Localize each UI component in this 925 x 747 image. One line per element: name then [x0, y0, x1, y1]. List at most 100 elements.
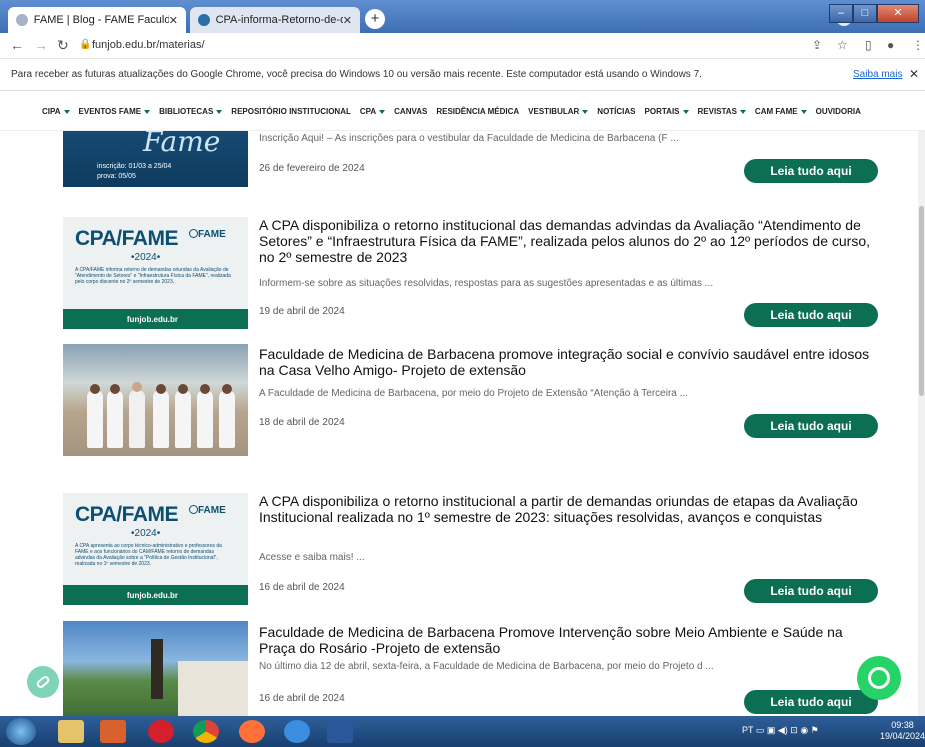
lock-icon[interactable]: 🔒	[79, 39, 91, 50]
new-tab-button[interactable]: +	[365, 9, 385, 29]
post-excerpt: A Faculdade de Medicina de Barbacena, po…	[259, 388, 688, 399]
menu-item-label: CPA	[359, 107, 377, 116]
fame-logo-icon	[189, 505, 198, 514]
scrollbar-thumb[interactable]	[919, 206, 924, 396]
whatsapp-icon[interactable]	[857, 656, 901, 700]
menu-item-cpa[interactable]: CPA	[359, 107, 386, 116]
building-shape	[178, 661, 248, 716]
maximize-button[interactable]: □	[853, 4, 877, 23]
infobar-message: Para receber as futuras atualizações do …	[11, 69, 702, 80]
post-title[interactable]: A CPA disponibiliza o retorno institucio…	[259, 217, 879, 265]
chrome-icon[interactable]	[193, 720, 219, 743]
menu-item-ouvidoria[interactable]: OUVIDORIA	[816, 107, 861, 116]
profile-avatar-icon[interactable]: ●	[887, 38, 894, 52]
internet-explorer-icon[interactable]	[284, 720, 310, 743]
close-infobar-icon[interactable]: ✕	[909, 67, 919, 81]
tab-cpa-informa[interactable]: CPA-informa-Retorno-de-deman ✕	[190, 7, 360, 33]
post-thumbnail[interactable]	[63, 621, 248, 716]
post-title[interactable]: Faculdade de Medicina de Barbacena Promo…	[259, 624, 879, 656]
share-icon[interactable]: ⇪	[812, 38, 822, 52]
menu-item-not-cias[interactable]: NOTÍCIAS	[597, 107, 635, 116]
post-title[interactable]: Faculdade de Medicina de Barbacena promo…	[259, 346, 879, 378]
menu-item-label: NOTÍCIAS	[597, 107, 636, 116]
back-arrow-icon[interactable]: ←	[10, 37, 24, 53]
address-bar: ← → ↻ 🔒 funjob.edu.br/materias/ ⇪ ☆ ▯ ● …	[0, 33, 925, 59]
menu-item-bibliotecas[interactable]: BIBLIOTECAS	[159, 107, 223, 116]
post-item: Faculdade de Medicina de Barbacena Promo…	[63, 621, 878, 716]
menu-item-portais[interactable]: PORTAIS	[645, 107, 689, 116]
read-more-button[interactable]: Leia tudo aqui	[744, 303, 878, 327]
start-button[interactable]	[6, 718, 36, 745]
forward-arrow-icon[interactable]: →	[34, 37, 48, 53]
firefox-icon[interactable]	[239, 720, 265, 743]
site-favicon-icon	[16, 14, 28, 26]
thumb-description: A CPA apresenta ao corpo técnico-adminis…	[75, 543, 222, 567]
thumb-fame-label: FAME	[198, 229, 226, 240]
page-scrollbar[interactable]	[918, 131, 925, 716]
post-thumbnail[interactable]	[63, 344, 248, 456]
tab-fame-blog[interactable]: FAME | Blog - FAME Faculdade de ✕	[8, 7, 186, 33]
saiba-mais-link[interactable]: Saiba mais	[853, 69, 902, 80]
system-tray[interactable]: PT ▭ ▣ ◀) ⊡ ◉ ⚑	[742, 725, 819, 736]
close-window-button[interactable]: ✕	[877, 4, 919, 23]
window-controls: – □ ✕	[829, 4, 919, 23]
clock[interactable]: 09:38 19/04/2024	[880, 720, 925, 742]
menu-item-cam-fame[interactable]: CAM FAME	[755, 107, 807, 116]
caret-down-icon	[216, 109, 223, 114]
accessibility-badge-icon[interactable]	[27, 666, 59, 698]
menu-item-resid-ncia-m-dica[interactable]: RESIDÊNCIA MÉDICA	[436, 107, 519, 116]
post-list: Fame inscrição: 01/03 a 25/04 prova: 05/…	[0, 131, 925, 716]
menu-item-revistas[interactable]: REVISTAS	[698, 107, 746, 116]
thumb-footer-text: funjob.edu.br	[126, 315, 178, 324]
post-thumbnail[interactable]: Fame inscrição: 01/03 a 25/04 prova: 05/…	[63, 131, 248, 187]
menu-item-eventos-fame[interactable]: EVENTOS FAME	[79, 107, 151, 116]
minimize-button[interactable]: –	[829, 4, 853, 23]
cpa-fame-card: CPA/FAME •2024• FAME A CPA/FAME informa …	[63, 217, 248, 329]
reload-icon[interactable]: ↻	[57, 37, 69, 54]
clock-time: 09:38	[891, 720, 914, 730]
opera-icon[interactable]	[148, 720, 174, 743]
media-player-icon[interactable]	[100, 720, 126, 743]
group-photo	[63, 344, 248, 456]
statue-shape	[151, 639, 163, 699]
kebab-menu-icon[interactable]: ⋮	[912, 38, 924, 52]
post-date: 16 de abril de 2024	[259, 582, 345, 593]
read-more-button[interactable]: Leia tudo aqui	[744, 414, 878, 438]
thumb-line-1: inscrição: 01/03 a 25/04	[97, 163, 172, 170]
post-title[interactable]: A CPA disponibiliza o retorno institucio…	[259, 493, 879, 525]
explorer-icon[interactable]	[58, 720, 84, 743]
close-tab-icon[interactable]: ✕	[343, 14, 352, 27]
word-icon[interactable]	[327, 720, 353, 743]
read-more-button[interactable]: Leia tudo aqui	[744, 159, 878, 183]
menu-item-vestibular[interactable]: VESTIBULAR	[528, 107, 589, 116]
read-more-button[interactable]: Leia tudo aqui	[744, 690, 878, 714]
post-thumbnail[interactable]: CPA/FAME •2024• FAME A CPA/FAME informa …	[63, 217, 248, 329]
caret-down-icon	[800, 109, 807, 114]
menu-item-cipa[interactable]: CIPA	[42, 107, 70, 116]
post-item: Fame inscrição: 01/03 a 25/04 prova: 05/…	[63, 131, 878, 189]
menu-item-canvas[interactable]: CANVAS	[394, 107, 427, 116]
menu-item-label: OUVIDORIA	[815, 107, 861, 116]
post-excerpt: No último dia 12 de abril, sexta-feira, …	[259, 661, 714, 672]
post-excerpt: Informem-se sobre as situações resolvida…	[259, 278, 714, 289]
post-thumbnail[interactable]: CPA/FAME •2024• FAME A CPA apresenta ao …	[63, 493, 248, 605]
tab-label: FAME | Blog - FAME Faculdade de	[33, 14, 169, 26]
clock-date: 19/04/2024	[880, 731, 925, 741]
menu-item-label: CAM FAME	[754, 107, 798, 116]
fame-logo-icon	[189, 229, 198, 238]
menu-item-label: BIBLIOTECAS	[159, 107, 214, 116]
close-tab-icon[interactable]: ✕	[169, 14, 178, 27]
tab-label: CPA-informa-Retorno-de-deman	[215, 14, 343, 26]
menu-item-label: EVENTOS FAME	[78, 107, 142, 116]
menu-item-label: VESTIBULAR	[528, 107, 580, 116]
side-panel-icon[interactable]: ▯	[865, 38, 872, 52]
bookmark-star-icon[interactable]: ☆	[837, 38, 848, 52]
menu-item-reposit-rio-institucional[interactable]: REPOSITÓRIO INSTITUCIONAL	[231, 107, 351, 116]
thumb-description: A CPA/FAME informa retorno de demandas o…	[75, 267, 231, 285]
site-main-menu: CIPA EVENTOS FAME BIBLIOTECAS REPOSITÓRIO I…	[0, 91, 925, 131]
read-more-button[interactable]: Leia tudo aqui	[744, 579, 878, 603]
url-field[interactable]: funjob.edu.br/materias/	[92, 39, 205, 51]
language-indicator[interactable]: PT	[742, 725, 753, 735]
thumb-brand: CPA/FAME	[75, 503, 178, 526]
browser-tab-strip: FAME | Blog - FAME Faculdade de ✕ CPA-in…	[0, 0, 925, 33]
